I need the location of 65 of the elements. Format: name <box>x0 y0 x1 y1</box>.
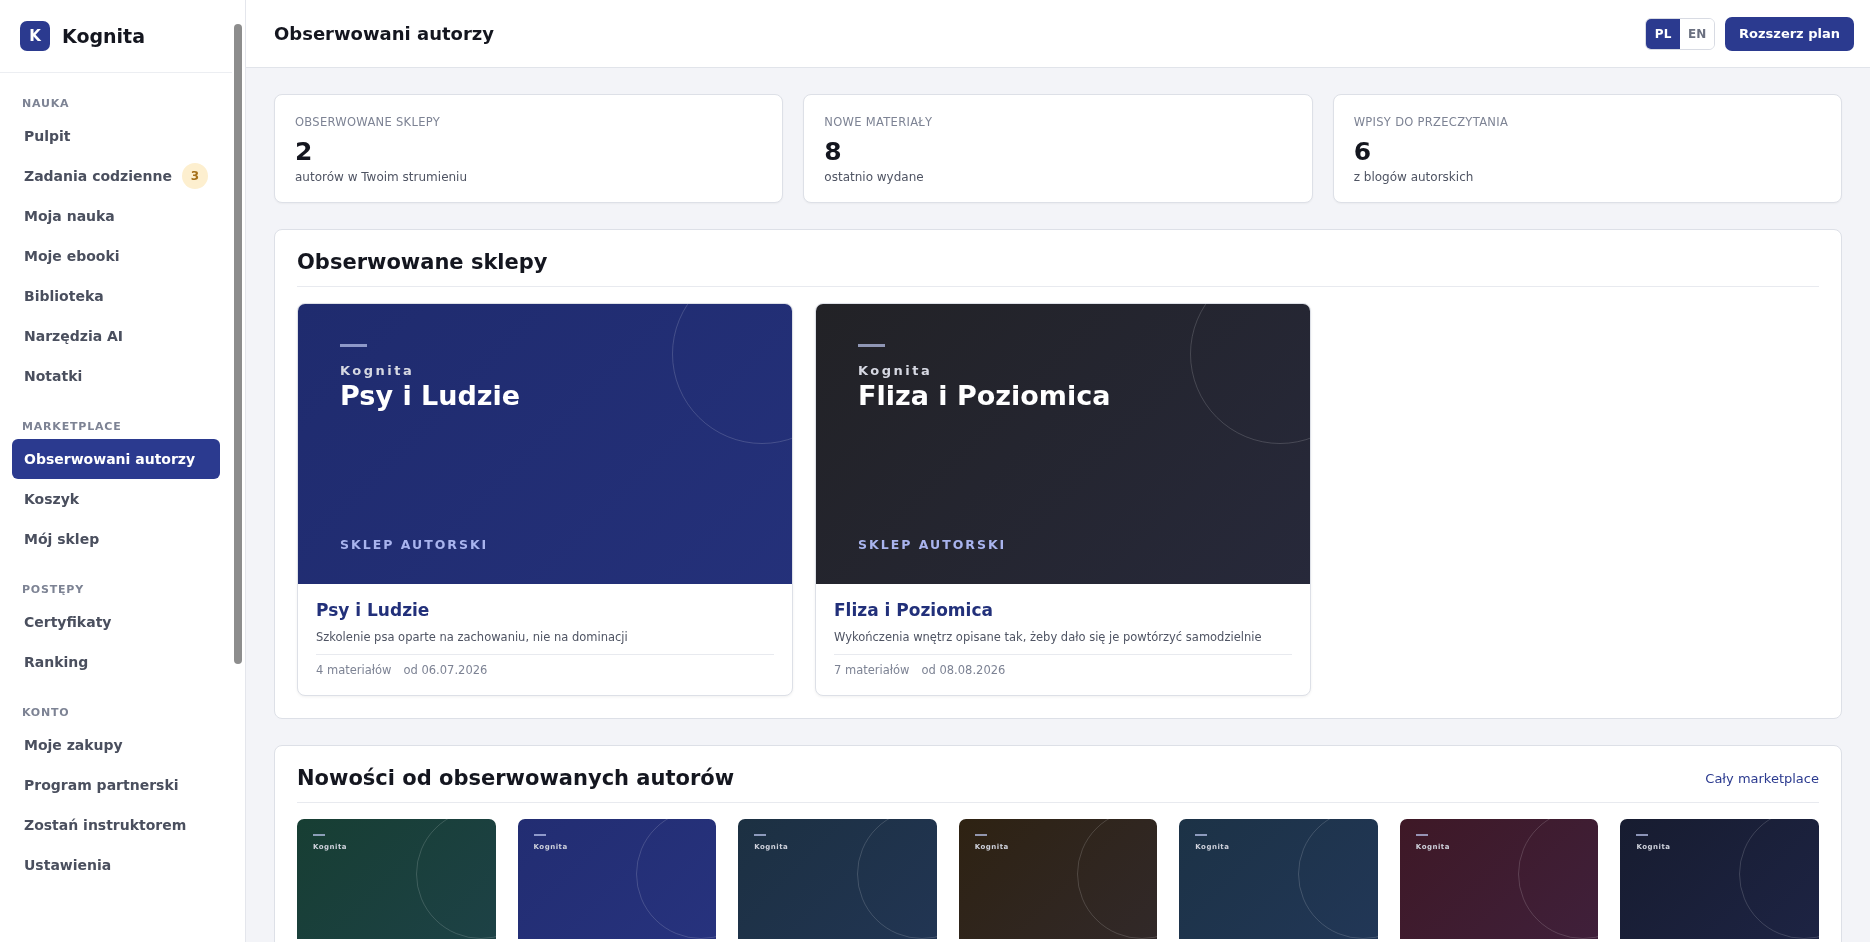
cover-tag: SKLEP AUTORSKI <box>340 537 750 552</box>
cover-title: Psy i Ludzie <box>340 380 522 411</box>
stat-value: 8 <box>824 137 843 166</box>
materials-count: 7 materiałów <box>834 663 910 677</box>
materials-count: 4 materiałów <box>316 663 392 677</box>
dash-mark <box>1415 834 1428 836</box>
dash-mark <box>1195 834 1208 836</box>
shop-name[interactable]: Fliza i Poziomica <box>834 600 1292 620</box>
stat-caption: autorów w Twoim strumieniu <box>295 170 469 184</box>
stat-label: NOWE MATERIAŁY <box>824 115 934 129</box>
logo-icon: K <box>20 21 50 51</box>
nav-item[interactable]: Narzędzia AI <box>12 316 220 356</box>
dash-mark <box>858 344 885 347</box>
nav-item[interactable]: Zostań instruktorem <box>12 805 220 845</box>
stat-label: WPISY DO PRZECZYTANIA <box>1353 115 1510 129</box>
stat-value: 2 <box>295 137 314 166</box>
dash-mark <box>313 834 325 836</box>
dash-mark <box>754 834 767 836</box>
section-title: Obserwowane sklepy <box>297 250 548 274</box>
since-date: od 08.08.2026 <box>921 663 1006 677</box>
nav-item[interactable]: Biblioteka <box>12 276 220 316</box>
nav-item[interactable]: Pulpit <box>12 116 220 156</box>
nav-item[interactable]: Moje zakupy <box>12 725 220 765</box>
stat-caption: ostatnio wydane <box>824 170 925 184</box>
dash-mark <box>340 344 367 347</box>
nav-item[interactable]: Koszyk <box>12 479 220 519</box>
count-badge: 3 <box>182 163 208 189</box>
stat-value: 6 <box>1353 137 1373 166</box>
dash-mark <box>533 834 546 836</box>
upgrade-button[interactable]: Rozszerz plan <box>1725 16 1854 51</box>
nav-section-title: NAUKA <box>21 97 71 110</box>
page-title: Obserwowani autorzy <box>274 23 495 44</box>
section-title: Nowości od obserwowanych autorów <box>297 766 735 790</box>
cover-title: Fliza i Poziomica <box>858 380 1112 411</box>
nav-section-title: POSTĘPY <box>21 583 85 596</box>
cover-brand: Kognita <box>858 363 934 378</box>
nav-item[interactable]: Moje ebooki <box>12 236 220 276</box>
nav-item[interactable]: Mój sklep <box>12 519 220 559</box>
marketplace-link[interactable]: Cały marketplace <box>1705 770 1819 786</box>
nav-item[interactable]: Certyfikaty <box>12 602 220 642</box>
dash-mark <box>974 834 987 836</box>
nav-item[interactable]: Moja nauka <box>12 196 220 236</box>
nav-item-label: Zadania codzienne <box>24 168 172 184</box>
stat-label: OBSERWOWANE SKLEPY <box>295 115 441 129</box>
shop-description: Wykończenia wnętrz opisane tak, żeby dało się je powtórzyć samodzielnie <box>834 630 1292 655</box>
shop-card[interactable]: Kognita Psy i Ludzie SKLEP AUTORSKI Psy i Ludzie Szkolenie psa oparte na zachowaniu, nie na dominacji 4 materiałów od 06.07.2026 <box>297 303 793 696</box>
stat-caption: z blogów autorskich <box>1353 170 1475 184</box>
nav-item[interactable]: Zadania codzienne 3 <box>12 156 220 196</box>
nav-item[interactable]: Ustawienia <box>12 845 220 885</box>
nav-item[interactable]: Notatki <box>12 356 220 396</box>
cover-brand: Kognita <box>340 363 416 378</box>
nav-item[interactable]: Obserwowani autorzy <box>12 439 220 479</box>
shop-card[interactable]: Kognita Fliza i Poziomica SKLEP AUTORSKI Fliza i Poziomica Wykończenia wnętrz opisane tak, żeby dało się je powtórzyć samodzielnie 7 materiałów od 08.08.2026 <box>815 303 1311 696</box>
nav-section-title: KONTO <box>21 706 71 719</box>
since-date: od 06.07.2026 <box>403 663 488 677</box>
dash-mark <box>1636 834 1649 836</box>
nav-section-title: MARKETPLACE <box>21 420 123 433</box>
brand-name: Kognita <box>62 25 145 47</box>
scrollbar[interactable] <box>234 24 242 664</box>
nav-item[interactable]: Ranking <box>12 642 220 682</box>
shop-name[interactable]: Psy i Ludzie <box>316 600 774 620</box>
cover-tag: SKLEP AUTORSKI <box>858 537 1268 552</box>
nav-item[interactable]: Program partnerski <box>12 765 220 805</box>
language-button[interactable]: PL <box>1646 18 1681 49</box>
shop-description: Szkolenie psa oparte na zachowaniu, nie na dominacji <box>316 630 774 655</box>
